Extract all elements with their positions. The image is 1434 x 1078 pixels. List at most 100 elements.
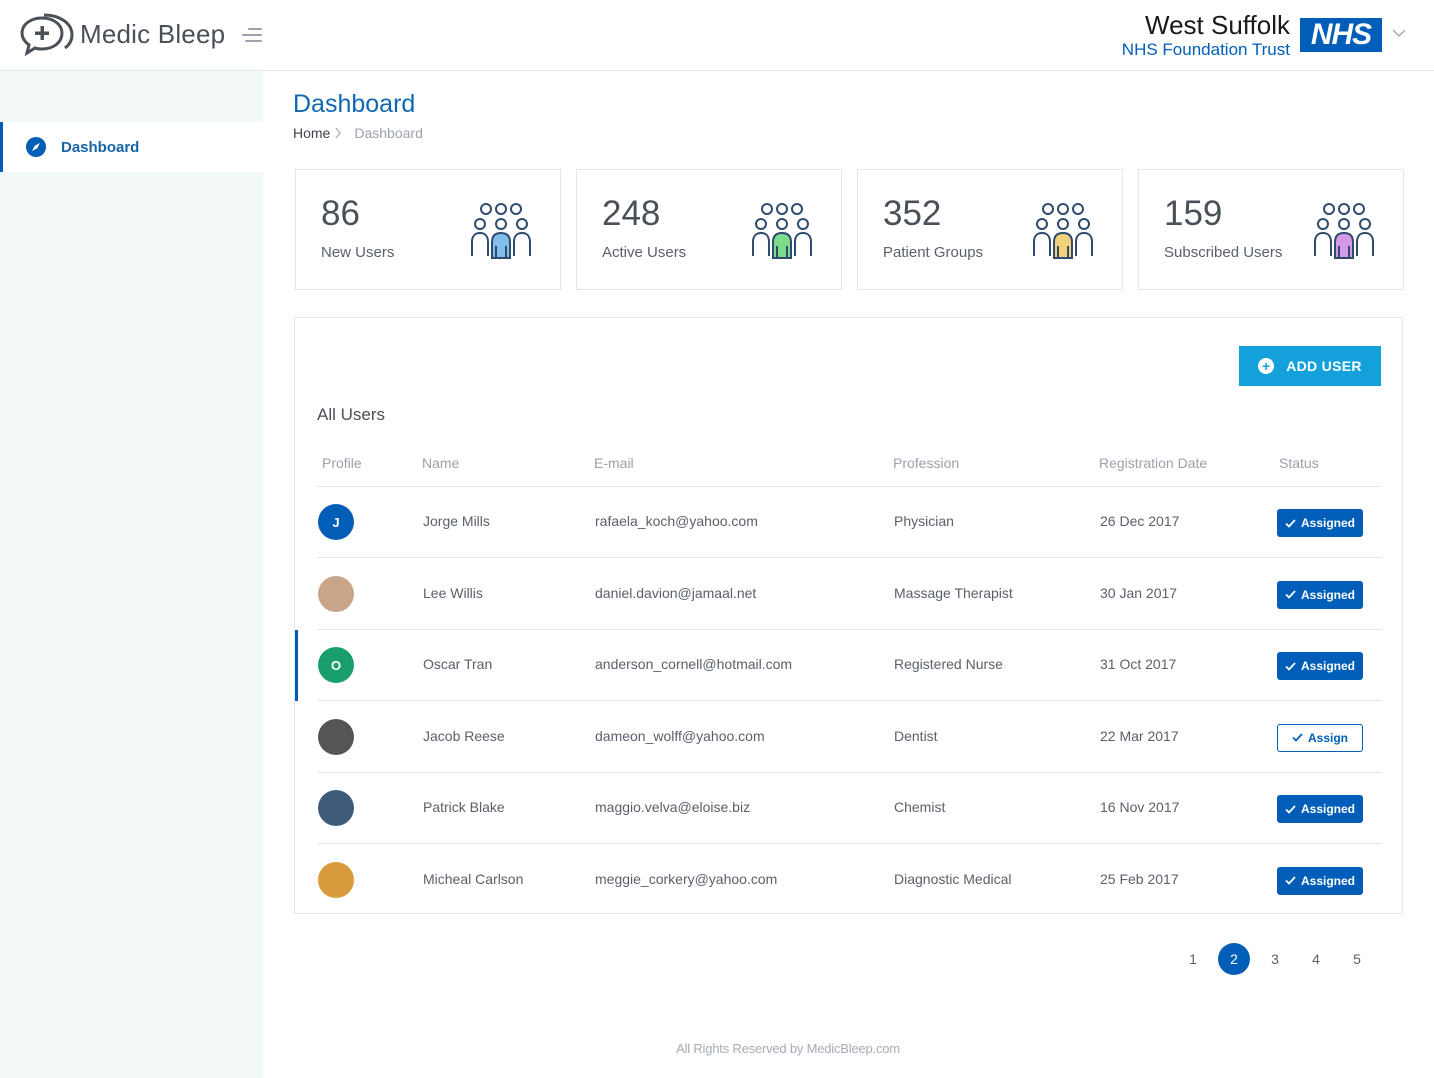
users-group-icon bbox=[1314, 203, 1374, 259]
breadcrumb-current: Dashboard bbox=[354, 125, 423, 141]
chat-plus-icon bbox=[20, 13, 74, 56]
page-2-button[interactable]: 2 bbox=[1218, 943, 1250, 975]
user-email: maggio.velva@eloise.biz bbox=[595, 799, 751, 815]
stat-card: 352 Patient Groups bbox=[857, 169, 1123, 290]
user-name: Patrick Blake bbox=[423, 799, 505, 815]
assign-button[interactable]: Assign bbox=[1277, 723, 1363, 752]
user-profession: Massage Therapist bbox=[894, 584, 1013, 601]
stat-label: Patient Groups bbox=[883, 244, 984, 261]
stat-label: New Users bbox=[321, 244, 395, 261]
breadcrumb: Home Dashboard bbox=[293, 125, 423, 141]
compass-icon bbox=[26, 137, 46, 157]
user-registration-date: 16 Nov 2017 bbox=[1100, 799, 1180, 815]
user-email: anderson_cornell@hotmail.com bbox=[595, 656, 793, 672]
user-email: dameon_wolff@yahoo.com bbox=[595, 727, 765, 744]
check-icon bbox=[1285, 661, 1296, 671]
users-group-icon bbox=[1033, 203, 1093, 259]
user-email: meggie_corkery@yahoo.com bbox=[595, 870, 778, 887]
table-row[interactable]: Lee Willis daniel.davion@jamaal.net Massag… bbox=[295, 559, 1381, 630]
check-icon bbox=[1285, 876, 1296, 885]
check-icon bbox=[1285, 804, 1296, 814]
table-row[interactable]: J Jorge Mills rafaela_koch@yahoo.com Physic… bbox=[295, 487, 1381, 558]
user-name: Jacob Reese bbox=[423, 727, 505, 744]
column-header-name: Name bbox=[422, 455, 460, 471]
menu-toggle-icon[interactable] bbox=[240, 26, 262, 44]
trust-subtitle: NHS Foundation Trust bbox=[1121, 40, 1290, 59]
users-card: + ADD USER All Users Profile Name E-mail… bbox=[294, 317, 1403, 914]
user-name: Jorge Mills bbox=[423, 513, 490, 529]
page-4-button[interactable]: 4 bbox=[1300, 943, 1332, 975]
pagination: 12345 bbox=[1177, 943, 1382, 975]
stat-card: 159 Subscribed Users bbox=[1138, 169, 1404, 290]
user-name: Lee Willis bbox=[423, 584, 483, 601]
plus-circle-icon: + bbox=[1258, 358, 1275, 374]
avatar[interactable] bbox=[318, 790, 354, 826]
table-row[interactable]: O Oscar Tran anderson_cornell@hotmail.com R… bbox=[295, 630, 1381, 701]
stat-card: 86 New Users bbox=[295, 169, 561, 290]
user-registration-date: 30 Jan 2017 bbox=[1100, 584, 1178, 601]
app-name: Medic Bleep bbox=[80, 18, 226, 49]
sidebar: Dashboard bbox=[0, 71, 263, 1078]
stat-label: Active Users bbox=[602, 244, 687, 261]
page-title: Dashboard bbox=[293, 90, 416, 118]
assigned-status-button[interactable]: Assigned bbox=[1277, 866, 1363, 895]
table-row[interactable]: Patrick Blake maggio.velva@eloise.biz Chem… bbox=[295, 773, 1381, 844]
trust-branding: West Suffolk NHS Foundation Trust NHS bbox=[1122, 10, 1382, 60]
footer-text: All Rights Reserved by MedicBleep.com bbox=[676, 1041, 900, 1056]
user-profession: Physician bbox=[894, 513, 954, 529]
stat-value: 159 bbox=[1164, 194, 1223, 233]
stat-value: 248 bbox=[602, 194, 661, 233]
user-registration-date: 26 Dec 2017 bbox=[1100, 513, 1180, 529]
column-header-email: E-mail bbox=[594, 455, 634, 471]
check-icon bbox=[1292, 733, 1303, 742]
user-profession: Registered Nurse bbox=[894, 656, 1003, 672]
avatar[interactable] bbox=[318, 861, 354, 898]
page-1-button[interactable]: 1 bbox=[1177, 943, 1209, 975]
avatar[interactable] bbox=[318, 718, 354, 755]
add-user-button[interactable]: + ADD USER bbox=[1239, 346, 1381, 386]
column-header-status: Status bbox=[1279, 455, 1319, 471]
assigned-status-button[interactable]: Assigned bbox=[1277, 795, 1363, 823]
breadcrumb-home-link[interactable]: Home bbox=[293, 125, 330, 141]
table-row[interactable]: Micheal Carlson meggie_corkery@yahoo.com D… bbox=[295, 845, 1381, 916]
stat-value: 86 bbox=[321, 194, 360, 233]
user-email: daniel.davion@jamaal.net bbox=[595, 584, 757, 601]
users-group-icon bbox=[752, 203, 812, 259]
user-email: rafaela_koch@yahoo.com bbox=[595, 513, 758, 529]
user-registration-date: 25 Feb 2017 bbox=[1100, 870, 1179, 887]
nhs-logo: NHS bbox=[1300, 18, 1382, 52]
user-profession: Chemist bbox=[894, 799, 946, 815]
check-icon bbox=[1285, 518, 1296, 528]
user-registration-date: 22 Mar 2017 bbox=[1100, 727, 1179, 744]
assigned-status-button[interactable]: Assigned bbox=[1277, 580, 1363, 609]
users-group-icon bbox=[471, 203, 531, 259]
user-name: Micheal Carlson bbox=[423, 870, 524, 887]
chevron-down-icon[interactable] bbox=[1392, 28, 1406, 38]
user-profession: Diagnostic Medical bbox=[894, 870, 1012, 887]
column-header-registration-date: Registration Date bbox=[1099, 455, 1208, 471]
avatar[interactable]: J bbox=[318, 504, 354, 540]
avatar[interactable] bbox=[318, 575, 354, 612]
stat-card: 248 Active Users bbox=[576, 169, 842, 290]
user-profession: Dentist bbox=[894, 727, 938, 744]
chevron-right-icon bbox=[335, 127, 342, 139]
table-header: Profile Name E-mail Profession Registrat… bbox=[317, 446, 1381, 487]
avatar[interactable]: O bbox=[318, 647, 354, 683]
check-icon bbox=[1285, 590, 1296, 599]
sidebar-item-dashboard[interactable]: Dashboard bbox=[0, 122, 263, 172]
page-5-button[interactable]: 5 bbox=[1341, 943, 1373, 975]
trust-name: West Suffolk bbox=[1145, 10, 1290, 40]
sidebar-item-label: Dashboard bbox=[61, 138, 140, 156]
page-3-button[interactable]: 3 bbox=[1259, 943, 1291, 975]
app-logo[interactable]: Medic Bleep bbox=[20, 12, 225, 56]
user-name: Oscar Tran bbox=[423, 656, 493, 672]
stat-label: Subscribed Users bbox=[1164, 244, 1283, 261]
top-bar: Medic Bleep West Suffolk NHS Foundation … bbox=[0, 0, 1434, 71]
stat-value: 352 bbox=[883, 194, 942, 233]
table-title: All Users bbox=[317, 405, 386, 424]
column-header-profile: Profile bbox=[322, 455, 362, 471]
user-registration-date: 31 Oct 2017 bbox=[1100, 656, 1177, 672]
table-row[interactable]: Jacob Reese dameon_wolff@yahoo.com Dentist… bbox=[295, 702, 1381, 773]
assigned-status-button[interactable]: Assigned bbox=[1277, 652, 1363, 680]
assigned-status-button[interactable]: Assigned bbox=[1277, 509, 1363, 537]
